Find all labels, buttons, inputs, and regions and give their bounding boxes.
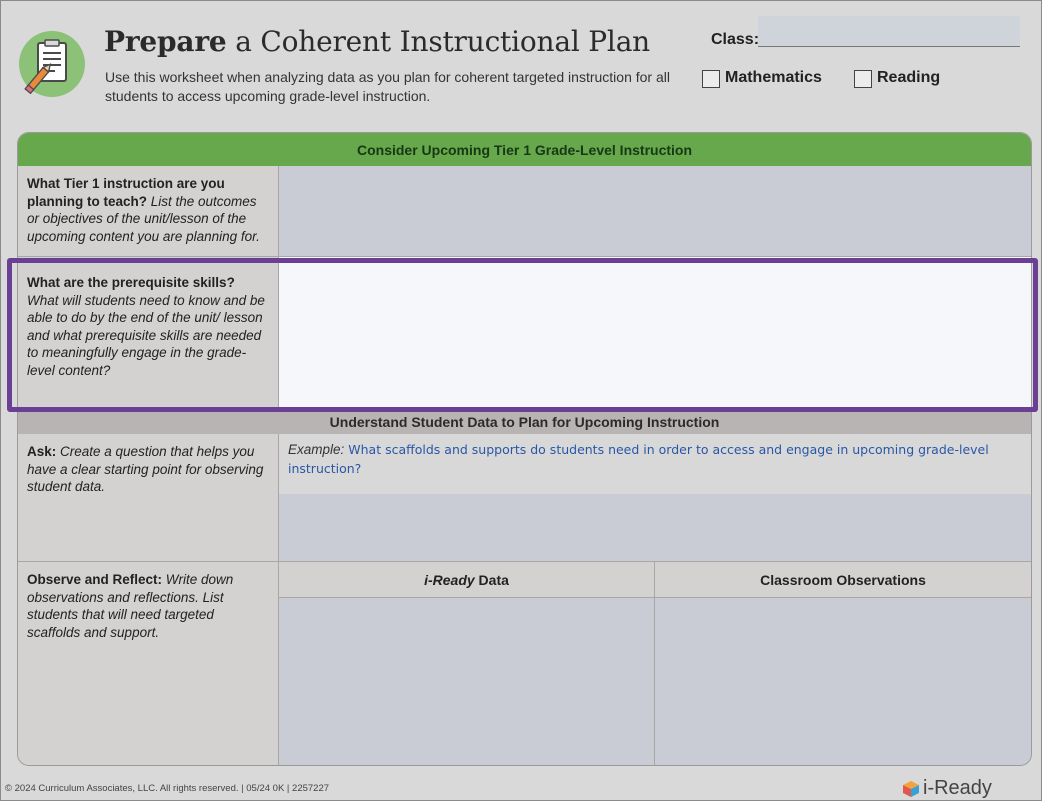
tier1-answer-field[interactable] — [278, 166, 1031, 257]
iready-data-field[interactable] — [278, 598, 655, 765]
brand-name: i-Ready — [923, 777, 992, 799]
page-title: Prepare a Coherent Instructional Plan — [104, 25, 650, 58]
ask-italic: Create a question that helps you have a … — [27, 444, 264, 494]
observe-bold: Observe and Reflect: — [27, 572, 163, 587]
plan-table: Consider Upcoming Tier 1 Grade-Level Ins… — [17, 132, 1032, 766]
observe-question: Observe and Reflect: Write down observat… — [18, 562, 278, 765]
column-divider — [654, 562, 655, 765]
title-rest: a Coherent Instructional Plan — [226, 25, 651, 58]
copyright: © 2024 Curriculum Associates, LLC. All r… — [5, 783, 330, 794]
iready-data-header: i-Ready Data — [278, 562, 655, 598]
mathematics-label: Mathematics — [725, 69, 822, 86]
example-question: Example: What scaffolds and supports do … — [278, 434, 1031, 494]
ask-bold: Ask: — [27, 444, 57, 459]
prerequisite-highlight — [7, 258, 1038, 412]
tier1-question: What Tier 1 instruction are you planning… — [18, 166, 278, 257]
brand-logo: i-Ready — [901, 777, 992, 800]
notepad-pencil-icon — [19, 31, 85, 97]
i-ready-cube-icon — [903, 780, 919, 797]
example-text: What scaffolds and supports do students … — [288, 442, 989, 476]
worksheet: Prepare a Coherent Instructional Plan Us… — [0, 0, 1042, 801]
tier1-section-header: Consider Upcoming Tier 1 Grade-Level Ins… — [18, 133, 1031, 166]
ask-answer-field[interactable] — [278, 494, 1031, 562]
reading-checkbox[interactable] — [854, 70, 872, 88]
reading-label: Reading — [877, 69, 941, 86]
classroom-observations-header: Classroom Observations — [655, 562, 1031, 598]
title-bold: Prepare — [104, 25, 227, 58]
iready-data-header-rest: Data — [474, 571, 509, 588]
page-subtitle: Use this worksheet when analyzing data a… — [105, 69, 670, 104]
class-field[interactable] — [758, 16, 1020, 47]
example-label: Example: — [288, 442, 345, 457]
class-label: Class: — [711, 31, 760, 48]
ask-question: Ask: Create a question that helps you ha… — [18, 434, 278, 562]
mathematics-checkbox[interactable] — [702, 70, 720, 88]
data-section-header: Understand Student Data to Plan for Upco… — [18, 410, 1031, 434]
column-divider — [278, 434, 279, 765]
classroom-observations-field[interactable] — [655, 598, 1031, 765]
iready-data-header-italic: i-Ready — [424, 571, 475, 588]
